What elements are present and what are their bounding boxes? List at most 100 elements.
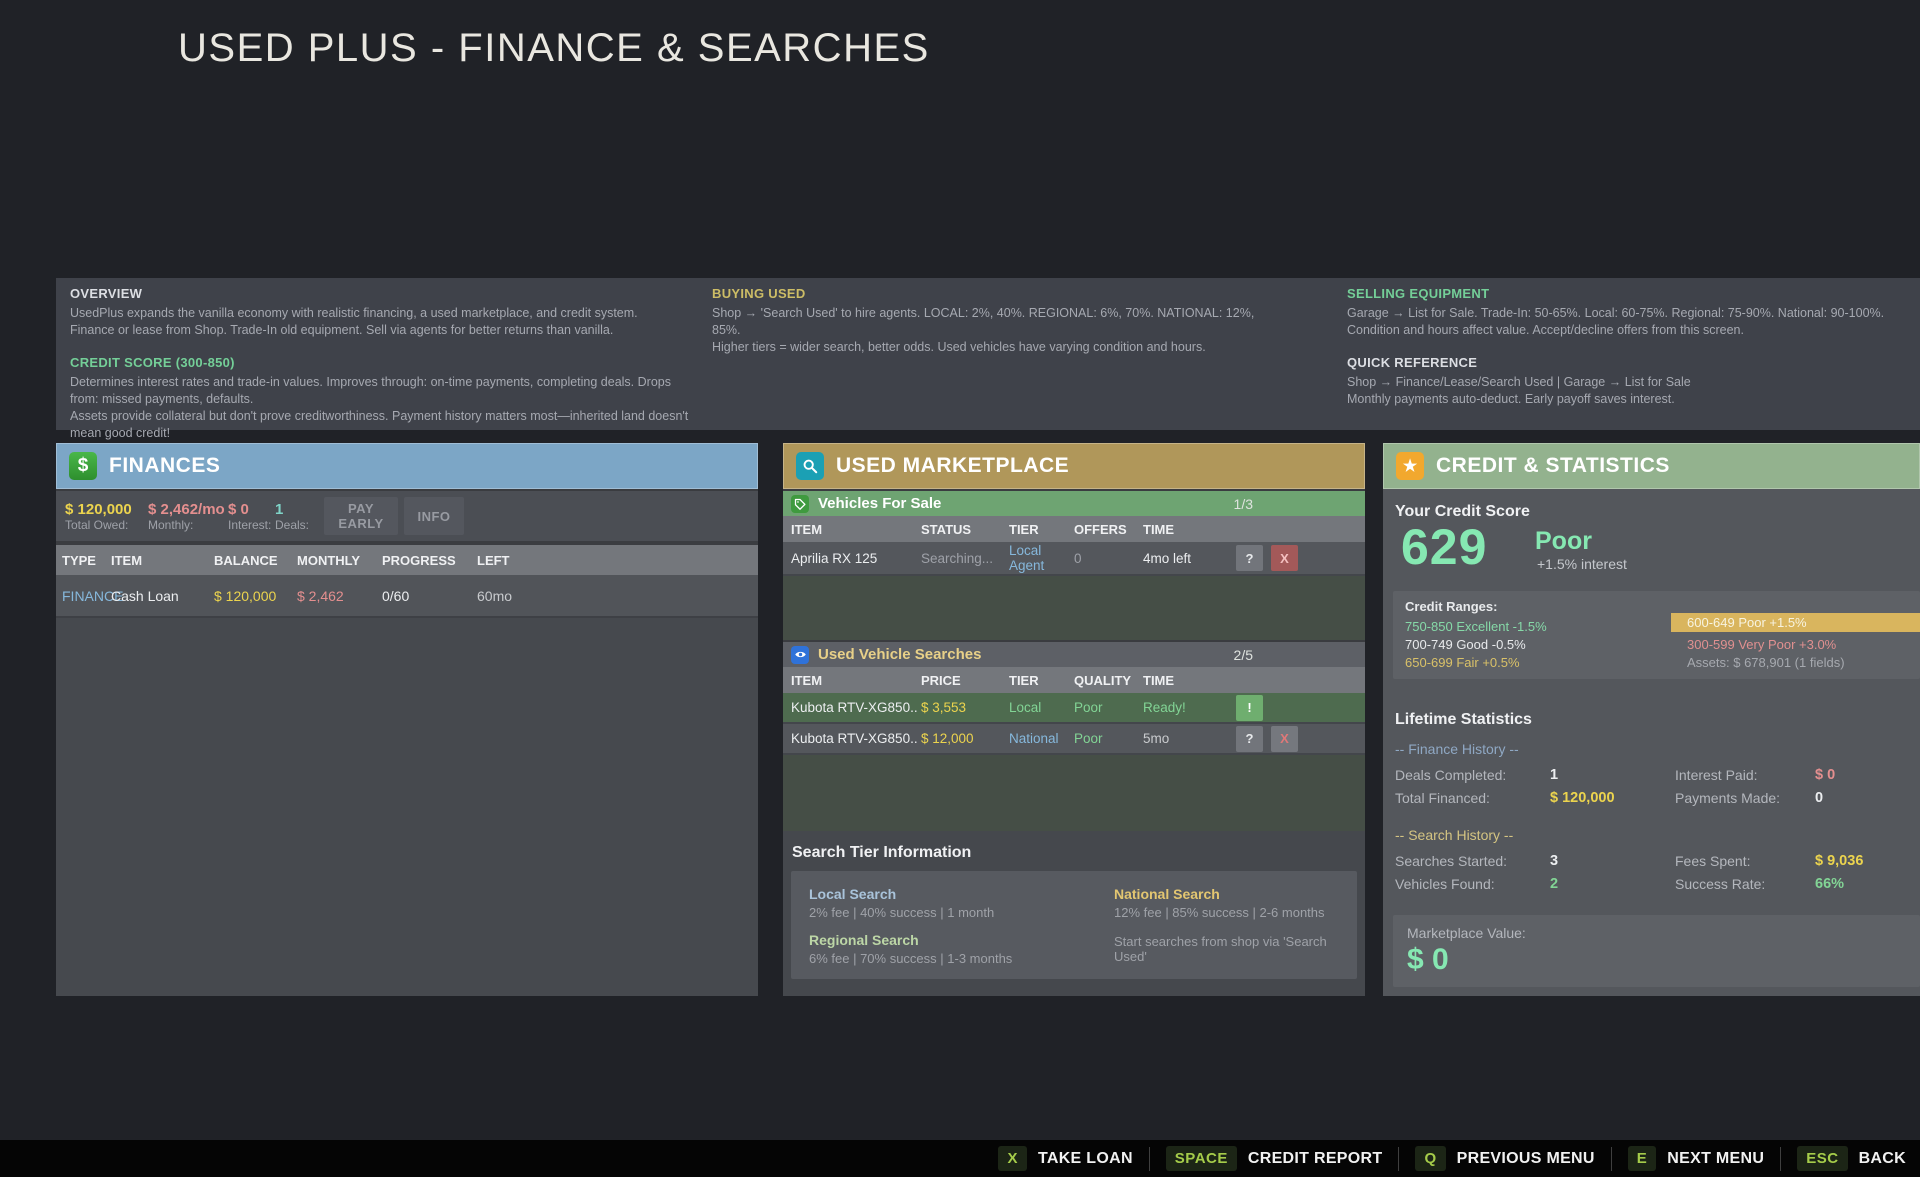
info-quick-reference-line2: Monthly payments auto-deduct. Early payo… (1347, 391, 1907, 408)
search-cancel-button[interactable]: X (1271, 726, 1298, 752)
deals-completed-value: 1 (1550, 767, 1675, 783)
finances-panel: $ FINANCES $ 120,000 Total Owed: $ 2,462… (56, 443, 758, 996)
key-x[interactable]: X (998, 1146, 1027, 1171)
lifetime-statistics-title: Lifetime Statistics (1395, 711, 1532, 729)
marketplace-header: USED MARKETPLACE (783, 443, 1365, 489)
finance-history-title: -- Finance History -- (1395, 741, 1519, 757)
deals-completed-label: Deals Completed: (1395, 767, 1550, 783)
previous-menu-action[interactable]: Q PREVIOUS MENU (1415, 1146, 1594, 1171)
cell-left: 60mo (477, 588, 758, 604)
col-item: ITEM (791, 522, 921, 537)
key-space[interactable]: SPACE (1166, 1146, 1237, 1171)
vehicles-table-header: ITEM STATUS TIER OFFERS TIME (783, 516, 1365, 542)
success-rate-label: Success Rate: (1675, 876, 1815, 892)
regional-search-desc: 6% fee | 70% success | 1-3 months (809, 951, 1114, 966)
search-row-pending[interactable]: Kubota RTV-XG850.. $ 12,000 National Poo… (783, 724, 1365, 755)
key-esc[interactable]: ESC (1797, 1146, 1847, 1171)
marketplace-title: USED MARKETPLACE (836, 454, 1069, 478)
cell-tier: Local Agent (1009, 543, 1074, 573)
listing-help-button[interactable]: ? (1236, 545, 1263, 571)
divider (1611, 1147, 1612, 1171)
empty-rows-area (56, 618, 758, 996)
info-buying-used-line2: Higher tiers = wider search, better odds… (712, 339, 1272, 356)
assets-value: Assets: $ 678,901 (1 fields) (1687, 654, 1845, 672)
cell-status: Searching... (921, 551, 1009, 566)
col-tier: TIER (1009, 673, 1074, 688)
local-search-name: Local Search (809, 886, 1114, 902)
regional-search-info: Regional Search 6% fee | 70% success | 1… (809, 932, 1114, 966)
search-tier-info-box: Local Search 2% fee | 40% success | 1 mo… (791, 871, 1357, 979)
deals-value: 1 (275, 501, 318, 518)
previous-menu-label: PREVIOUS MENU (1457, 1150, 1595, 1168)
cell-time: 4mo left (1143, 551, 1233, 566)
col-tier: TIER (1009, 522, 1074, 537)
pay-early-button[interactable]: PAY EARLY (324, 497, 398, 535)
next-menu-action[interactable]: E NEXT MENU (1628, 1146, 1764, 1171)
range-very-poor: 300-599 Very Poor +3.0% (1687, 636, 1836, 654)
col-time: TIME (1143, 522, 1233, 537)
total-financed-value: $ 120,000 (1550, 790, 1675, 806)
regional-search-name: Regional Search (809, 932, 1114, 948)
cell-time: Ready! (1143, 700, 1233, 715)
cell-tier: Local (1009, 700, 1074, 715)
cell-quality: Poor (1074, 731, 1143, 746)
credit-ranges-title: Credit Ranges: (1405, 599, 1497, 614)
credit-report-action[interactable]: SPACE CREDIT REPORT (1166, 1146, 1383, 1171)
fees-spent-value: $ 9,036 (1815, 853, 1910, 869)
search-history-stats: Searches Started: 3 Fees Spent: $ 9,036 … (1395, 849, 1910, 895)
national-search-info: National Search 12% fee | 85% success | … (1114, 886, 1339, 920)
col-time: TIME (1143, 673, 1233, 688)
payments-made-value: 0 (1815, 790, 1910, 806)
total-owed-label: Total Owed: (65, 518, 148, 532)
vehicle-listing-row[interactable]: Aprilia RX 125 Searching... Local Agent … (783, 542, 1365, 576)
listing-cancel-button[interactable]: X (1271, 545, 1298, 571)
success-rate-value: 66% (1815, 876, 1910, 892)
credit-title: CREDIT & STATISTICS (1436, 454, 1670, 478)
empty-rows-area (783, 576, 1365, 640)
col-progress: PROGRESS (382, 553, 477, 568)
search-claim-button[interactable]: ! (1236, 695, 1263, 721)
info-overview-line2: Finance or lease from Shop. Trade-In old… (70, 322, 690, 339)
back-action[interactable]: ESC BACK (1797, 1146, 1906, 1171)
range-poor: 600-649 Poor +1.5% (1671, 613, 1920, 632)
cell-monthly: $ 2,462 (297, 588, 382, 604)
info-overview: OVERVIEW UsedPlus expands the vanilla ec… (70, 286, 690, 339)
info-credit-score: CREDIT SCORE (300-850) Determines intere… (70, 355, 690, 442)
next-menu-label: NEXT MENU (1667, 1150, 1764, 1168)
cell-price: $ 12,000 (921, 731, 1009, 746)
vehicles-for-sale-title: Vehicles For Sale (818, 495, 941, 512)
col-type: TYPE (62, 553, 111, 568)
divider (1780, 1147, 1781, 1171)
used-vehicle-searches-bar: Used Vehicle Searches 2/5 (783, 640, 1365, 667)
take-loan-action[interactable]: X TAKE LOAN (998, 1146, 1132, 1171)
key-e[interactable]: E (1628, 1146, 1657, 1171)
info-quick-reference: QUICK REFERENCE Shop → Finance/Lease/Sea… (1347, 355, 1907, 408)
cell-type: FINANCE (62, 588, 111, 604)
info-credit-score-line1: Determines interest rates and trade-in v… (70, 374, 690, 408)
range-excellent: 750-850 Excellent -1.5% (1405, 618, 1547, 636)
deals-label: Deals: (275, 518, 318, 532)
col-offers: OFFERS (1074, 522, 1143, 537)
col-monthly: MONTHLY (297, 553, 382, 568)
search-tier-info-section: Search Tier Information Local Search 2% … (783, 831, 1365, 996)
interest-label: Interest: (228, 518, 275, 532)
col-item: ITEM (111, 553, 214, 568)
col-status: STATUS (921, 522, 1009, 537)
range-poor-highlight: 600-649 Poor +1.5% (1671, 613, 1920, 632)
tag-icon (791, 495, 809, 513)
key-q[interactable]: Q (1415, 1146, 1445, 1171)
search-help-button[interactable]: ? (1236, 726, 1263, 752)
finance-row-cash-loan[interactable]: FINANCE Cash Loan $ 120,000 $ 2,462 0/60… (56, 575, 758, 618)
interest-paid-label: Interest Paid: (1675, 767, 1815, 783)
info-quick-reference-title: QUICK REFERENCE (1347, 355, 1907, 370)
search-note: Start searches from shop via 'Search Use… (1114, 934, 1339, 964)
info-button[interactable]: INFO (404, 497, 464, 535)
col-item: ITEM (791, 673, 921, 688)
take-loan-label: TAKE LOAN (1038, 1150, 1133, 1168)
search-row-ready[interactable]: Kubota RTV-XG850.. $ 3,553 Local Poor Re… (783, 693, 1365, 724)
keybind-bar: X TAKE LOAN SPACE CREDIT REPORT Q PREVIO… (0, 1140, 1920, 1177)
total-financed-label: Total Financed: (1395, 790, 1550, 806)
used-marketplace-panel: USED MARKETPLACE Vehicles For Sale 1/3 I… (783, 443, 1365, 996)
col-left: LEFT (477, 553, 758, 568)
search-tier-info-title: Search Tier Information (783, 831, 1365, 871)
